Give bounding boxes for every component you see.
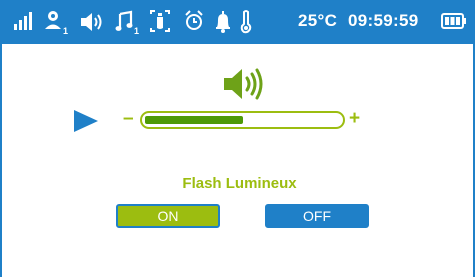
monitor-screen: 1 1 25°C 09:59:59 – + Flash Lumineux ON … — [0, 0, 475, 277]
music-icon — [115, 8, 135, 36]
flash-off-button[interactable]: OFF — [265, 204, 369, 228]
volume-level-fill — [145, 116, 243, 124]
music-sub-label: 1 — [134, 26, 140, 36]
clock-readout: 09:59:59 — [348, 11, 419, 30]
temperature-readout: 25°C — [298, 11, 338, 30]
volume-decrease-button[interactable]: – — [123, 108, 134, 130]
volume-icon — [80, 8, 106, 36]
battery-icon — [441, 13, 467, 41]
user-sub-label: 1 — [63, 26, 69, 36]
play-icon[interactable] — [74, 110, 98, 137]
feeding-icon — [149, 8, 171, 36]
thermometer-icon — [239, 8, 253, 36]
alarm-icon — [184, 8, 204, 36]
speaker-icon — [222, 66, 268, 107]
signal-icon — [14, 8, 34, 36]
status-bar: 1 1 25°C 09:59:59 — [2, 0, 473, 44]
user-icon — [44, 8, 64, 36]
bell-icon — [214, 8, 232, 36]
volume-increase-button[interactable]: + — [349, 108, 360, 130]
volume-slider[interactable] — [140, 111, 345, 129]
flash-on-button[interactable]: ON — [116, 204, 220, 228]
flash-title: Flash Lumineux — [182, 175, 297, 192]
